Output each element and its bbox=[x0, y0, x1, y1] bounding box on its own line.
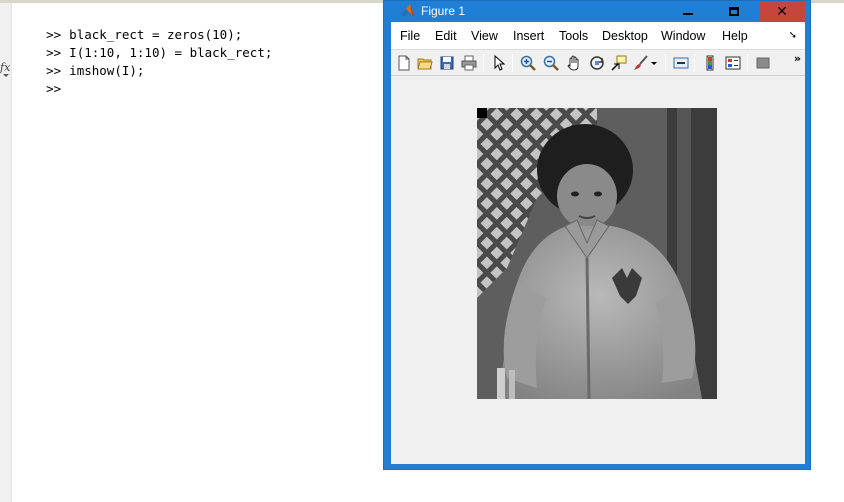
minimize-icon bbox=[683, 12, 693, 15]
command-text: imshow(I); bbox=[69, 63, 145, 78]
command-window-gutter bbox=[0, 3, 12, 502]
menubar-dock-icon[interactable]: ➘ bbox=[789, 30, 797, 41]
data-cursor-icon[interactable] bbox=[609, 53, 628, 72]
grayscale-photo-image bbox=[477, 108, 717, 399]
menu-tools[interactable]: Tools bbox=[559, 28, 588, 44]
maximize-button[interactable] bbox=[711, 1, 757, 22]
command-line: >> I(1:10, 1:10) = black_rect; bbox=[16, 26, 272, 60]
matlab-logo-icon bbox=[401, 4, 415, 17]
new-figure-icon[interactable] bbox=[394, 53, 413, 72]
figure-window[interactable]: Figure 1 ✕ File Edit View Insert Tools D… bbox=[383, 0, 811, 470]
open-file-icon[interactable] bbox=[415, 53, 434, 72]
menu-file[interactable]: File bbox=[400, 28, 420, 44]
close-icon: ✕ bbox=[776, 3, 788, 20]
brush-icon[interactable] bbox=[631, 53, 650, 72]
menu-desktop[interactable]: Desktop bbox=[602, 28, 648, 44]
minimize-button[interactable] bbox=[665, 1, 711, 22]
property-editor-icon[interactable] bbox=[753, 53, 772, 72]
toolbar-separator bbox=[694, 54, 695, 72]
command-input-line[interactable]: >> bbox=[16, 62, 69, 96]
rotate-3d-icon[interactable] bbox=[587, 53, 606, 72]
select-arrow-icon[interactable] bbox=[489, 53, 508, 72]
print-icon[interactable] bbox=[459, 53, 478, 72]
legend-icon[interactable] bbox=[723, 53, 742, 72]
menu-edit[interactable]: Edit bbox=[435, 28, 457, 44]
black-rect-overlay bbox=[477, 108, 487, 118]
menu-view[interactable]: View bbox=[471, 28, 498, 44]
colorbar-icon[interactable] bbox=[700, 53, 719, 72]
command-prompt: >> bbox=[46, 81, 62, 96]
menu-insert[interactable]: Insert bbox=[513, 28, 544, 44]
zoom-in-icon[interactable] bbox=[518, 53, 537, 72]
command-line: >> imshow(I); bbox=[16, 44, 144, 78]
link-plot-icon[interactable] bbox=[671, 53, 690, 72]
save-icon[interactable] bbox=[437, 53, 456, 72]
toolbar-separator bbox=[483, 54, 484, 72]
maximize-icon bbox=[729, 7, 739, 16]
figure-titlebar[interactable]: Figure 1 ✕ bbox=[384, 1, 810, 22]
toolbar-overflow-icon[interactable]: » bbox=[794, 52, 801, 65]
menu-help[interactable]: Help bbox=[722, 28, 748, 44]
function-browser-arrow-icon[interactable] bbox=[3, 74, 9, 77]
toolbar-separator bbox=[747, 54, 748, 72]
function-browser-icon[interactable]: fx bbox=[0, 62, 10, 74]
figure-menubar: File Edit View Insert Tools Desktop Wind… bbox=[391, 22, 805, 50]
command-line: >> black_rect = zeros(10); bbox=[16, 8, 242, 42]
toolbar-separator bbox=[665, 54, 666, 72]
pan-hand-icon[interactable] bbox=[564, 53, 583, 72]
toolbar-separator bbox=[512, 54, 513, 72]
figure-toolbar: » bbox=[391, 50, 805, 76]
figure-title: Figure 1 bbox=[421, 4, 466, 18]
figure-axes-area[interactable] bbox=[391, 77, 805, 464]
zoom-out-icon[interactable] bbox=[541, 53, 560, 72]
brush-dropdown-icon[interactable] bbox=[649, 53, 659, 72]
figure-client-area: File Edit View Insert Tools Desktop Wind… bbox=[391, 22, 805, 464]
menu-window[interactable]: Window bbox=[661, 28, 705, 44]
displayed-image[interactable] bbox=[477, 108, 717, 399]
close-button[interactable]: ✕ bbox=[759, 1, 805, 22]
